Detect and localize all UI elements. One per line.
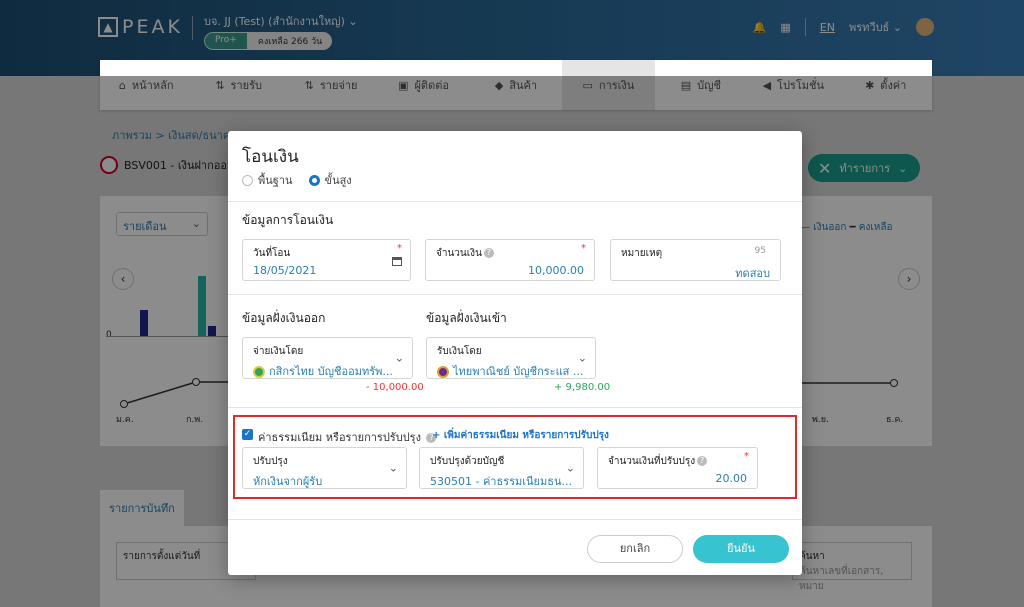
axis-zero-label: 0 <box>106 330 112 340</box>
chart-point <box>192 378 200 386</box>
period-select[interactable]: รายเดือน ⌄ <box>116 212 208 236</box>
book-icon: ▤ <box>680 78 692 92</box>
bank-logo-icon <box>100 156 118 174</box>
transfer-modal: โอนเงิน พื้นฐาน ขั้นสูง ข้อมูลการโอนเงิน… <box>228 131 802 575</box>
expense-icon: ⇅ <box>304 78 314 92</box>
month-label: ม.ค. <box>116 415 134 425</box>
chart-bar <box>208 326 216 336</box>
home-icon: ⌂ <box>118 78 126 92</box>
receive-amount: + 9,980.00 <box>554 382 611 393</box>
product-icon: ◆ <box>494 78 504 92</box>
breadcrumb[interactable]: ภาพรวม > เงินสด/ธนาคาร <box>112 126 242 144</box>
megaphone-icon: ◀ <box>762 78 772 92</box>
pay-by-select[interactable]: จ่ายเงินโดย กสิกรไทย บัญชีออมทรัพ... ⌄ <box>242 337 413 379</box>
chevron-left-icon: ‹ <box>120 272 126 286</box>
fee-checkbox-label: ค่าธรรมเนียม หรือรายการปรับปรุง ? <box>258 428 437 446</box>
modal-title: โอนเงิน <box>242 147 299 167</box>
chart-next-button[interactable]: › <box>898 268 920 290</box>
in-section-title: ข้อมูลฝั่งเงินเข้า <box>426 311 507 325</box>
nav-item-promotion[interactable]: ◀ โปรโมชั่น <box>747 60 839 110</box>
kasikorn-bank-icon <box>253 366 265 378</box>
gear-icon: ✱ <box>865 78 875 92</box>
balance-line <box>123 381 230 405</box>
chart-bar <box>140 310 148 336</box>
fee-checkbox[interactable]: ✓ <box>242 429 253 440</box>
chart-point <box>120 400 128 408</box>
chevron-down-icon: ⌄ <box>577 351 587 365</box>
pay-amount: - 10,000.00 <box>366 382 424 393</box>
month-label: ก.พ. <box>186 415 204 425</box>
nav-item-home[interactable]: ⌂ หน้าหลัก <box>100 60 192 110</box>
chart-legend: — เงินออก ━ คงเหลือ <box>800 222 893 233</box>
main-nav: ⌂ หน้าหลัก ⇅ รายรับ ⇅ รายจ่าย ▣ ผู้ติดต่อ ◆ ส… <box>100 60 932 110</box>
transfer-info-title: ข้อมูลการโอนเงิน <box>242 213 334 227</box>
month-label: ธ.ค. <box>886 415 904 425</box>
mode-basic-radio[interactable]: พื้นฐาน <box>242 171 293 189</box>
out-section-title: ข้อมูลฝั่งเงินออก <box>242 311 326 325</box>
add-fee-link[interactable]: + เพิ่มค่าธรรมเนียม หรือรายการปรับปรุง <box>432 428 609 443</box>
contact-icon: ▣ <box>398 78 409 92</box>
cancel-button[interactable]: ยกเลิก <box>587 535 683 563</box>
money-icon: ▭ <box>582 78 593 92</box>
chevron-down-icon: ⌄ <box>394 351 404 365</box>
adjust-account-select[interactable]: ปรับปรุงด้วยบัญชี 530501 - ค่าธรรมเนียมธ… <box>419 447 584 489</box>
chevron-down-icon: ⌄ <box>898 161 908 175</box>
amount-field[interactable]: จำนวนเงิน? 10,000.00 * <box>425 239 595 281</box>
mode-radio-group: พื้นฐาน ขั้นสูง <box>242 171 352 189</box>
transfer-date-field[interactable]: วันที่โอน 18/05/2021 * <box>242 239 411 281</box>
adjust-amount-field[interactable]: จำนวนเงินที่ปรับปรุง? 20.00 * <box>597 447 758 489</box>
nav-item-product[interactable]: ◆ สินค้า <box>470 60 562 110</box>
note-field[interactable]: หมายเหตุ ทดสอบ 95 <box>610 239 781 281</box>
chart-bar <box>198 276 206 336</box>
char-counter: 95 <box>754 246 766 256</box>
nav-item-expense[interactable]: ⇅ รายจ่าย <box>285 60 377 110</box>
chevron-down-icon: ⌄ <box>565 461 575 475</box>
tab-records[interactable]: รายการบันทึก <box>100 490 184 526</box>
mode-advanced-radio[interactable]: ขั้นสูง <box>308 171 352 189</box>
income-icon: ⇅ <box>215 78 225 92</box>
nav-item-income[interactable]: ⇅ รายรับ <box>192 60 284 110</box>
month-label: พ.ย. <box>812 415 829 425</box>
help-icon: ? <box>483 248 494 258</box>
nav-item-finance[interactable]: ▭ การเงิน <box>562 60 655 110</box>
chevron-right-icon: › <box>906 272 912 286</box>
action-button[interactable]: ✕ ทำรายการ ⌄ <box>808 154 920 182</box>
scb-bank-icon <box>437 366 449 378</box>
help-icon: ? <box>697 456 708 466</box>
close-icon: ✕ <box>818 158 832 178</box>
nav-item-accounting[interactable]: ▤ บัญชี <box>655 60 747 110</box>
balance-line-right <box>802 382 894 384</box>
adjust-type-select[interactable]: ปรับปรุง หักเงินจากผู้รับ ⌄ <box>242 447 407 489</box>
chart-prev-button[interactable]: ‹ <box>112 268 134 290</box>
confirm-button[interactable]: ยืนยัน <box>693 535 789 563</box>
nav-item-settings[interactable]: ✱ ตั้งค่า <box>840 60 932 110</box>
calendar-icon[interactable] <box>392 257 402 266</box>
nav-item-contact[interactable]: ▣ ผู้ติดต่อ <box>377 60 469 110</box>
search-field[interactable]: ค้นหา ค้นหาเลขที่เอกสาร, หมาย <box>792 542 912 592</box>
account-title: BSV001 - เงินฝากออมท <box>100 156 241 174</box>
chevron-down-icon: ⌄ <box>388 461 398 475</box>
receive-by-select[interactable]: รับเงินโดย ไทยพาณิชย์ บัญชีกระแส ... ⌄ <box>426 337 596 379</box>
chart-point <box>890 379 898 387</box>
